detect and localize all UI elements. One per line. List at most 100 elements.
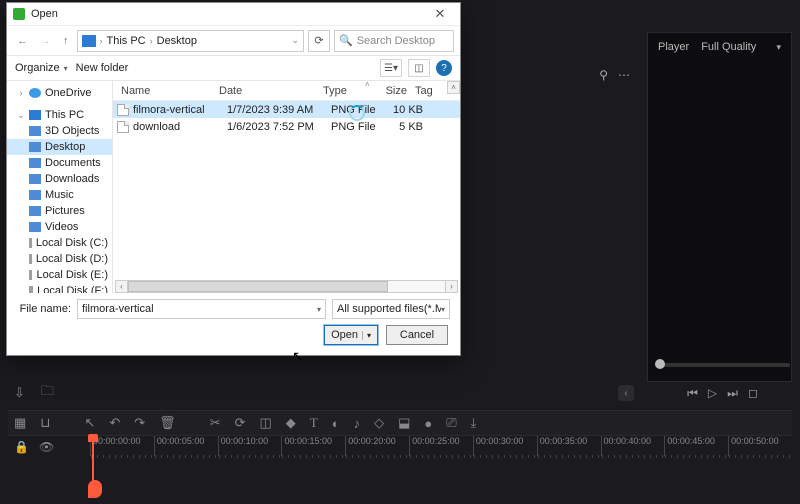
col-name[interactable]: Name	[117, 85, 215, 97]
breadcrumb[interactable]: › This PC › Desktop ⌄	[77, 30, 305, 52]
chevron-down-icon[interactable]: ▾	[317, 305, 321, 314]
keyframe-icon[interactable]: ◇	[374, 415, 384, 431]
col-date[interactable]: Date	[215, 85, 319, 97]
file-row[interactable]: filmora-vertical 1/7/2023 9:39 AM PNG Fi…	[113, 101, 460, 118]
marker-icon[interactable]: ◆	[286, 415, 296, 431]
player-tab[interactable]: Player	[658, 41, 689, 53]
chevron-down-icon[interactable]: ▾	[776, 42, 781, 53]
filter-icon[interactable]: ⚲	[599, 68, 608, 82]
chevron-down-icon[interactable]: ⌄	[291, 35, 299, 46]
tree-disk-c[interactable]: Local Disk (C:)	[7, 235, 112, 251]
nav-tree: ›OneDrive ⌄This PC 3D Objects Desktop Do…	[7, 81, 113, 293]
chevron-down-icon[interactable]: ▾	[441, 305, 445, 314]
breadcrumb-seg[interactable]: This PC	[107, 35, 146, 47]
sort-indicator-icon: ˄	[365, 80, 370, 89]
tree-music[interactable]: Music	[7, 187, 112, 203]
delete-icon[interactable]: 🗑	[159, 415, 176, 431]
crop-icon[interactable]: ◫	[260, 415, 272, 431]
view-mode-icon[interactable]: ☰▾	[380, 59, 402, 77]
timeline-ruler[interactable]: 00:00:00:00 00:00:05:00 00:00:10:00 00:0…	[90, 436, 792, 456]
new-folder-button[interactable]: New folder	[76, 62, 129, 74]
file-row[interactable]: download 1/6/2023 7:52 PM PNG File 5 KB	[113, 118, 460, 135]
pointer-icon[interactable]: ↖	[84, 415, 95, 431]
h-scrollbar[interactable]: ‹ ›	[115, 280, 458, 293]
new-folder-icon[interactable]: 🗀	[41, 382, 54, 404]
seek-knob[interactable]	[655, 359, 665, 369]
player-panel: Player Full Quality ▾	[647, 32, 792, 382]
preview-pane-icon[interactable]: ◫	[408, 59, 430, 77]
tree-videos[interactable]: Videos	[7, 219, 112, 235]
scrollbar-thumb[interactable]	[128, 281, 388, 292]
tree-disk-f[interactable]: Local Disk (F:)	[7, 283, 112, 293]
col-type[interactable]: Type	[319, 85, 371, 97]
app-icon	[13, 8, 25, 20]
dialog-title: Open	[31, 8, 58, 20]
tree-disk-d[interactable]: Local Disk (D:)	[7, 251, 112, 267]
ruler-tick: 00:00:25:00	[409, 436, 473, 456]
audio-icon[interactable]: ♪	[354, 416, 361, 431]
open-button[interactable]: Open▾	[324, 325, 378, 345]
tree-this-pc[interactable]: ⌄This PC	[7, 107, 112, 123]
mixer-icon[interactable]: ⎚	[446, 415, 456, 431]
magnet-icon[interactable]: ⊔	[40, 415, 50, 431]
next-frame-icon[interactable]: ⏭	[727, 386, 738, 401]
stop-icon[interactable]: ◻	[748, 386, 758, 400]
color-icon[interactable]: ◐	[332, 416, 340, 431]
record-icon[interactable]: ●	[424, 416, 432, 431]
speed-icon[interactable]: ⟳	[235, 415, 246, 431]
prev-frame-icon[interactable]: ⏮	[687, 386, 698, 401]
breadcrumb-seg[interactable]: Desktop	[157, 35, 197, 47]
clip-handle[interactable]	[88, 480, 102, 498]
col-size[interactable]: Size	[371, 85, 411, 97]
ruler-tick: 00:00:15:00	[281, 436, 345, 456]
nav-back-icon[interactable]: ←	[13, 33, 32, 49]
tree-documents[interactable]: Documents	[7, 155, 112, 171]
nav-fwd-icon[interactable]: →	[36, 33, 55, 49]
file-date: 1/6/2023 7:52 PM	[227, 121, 331, 133]
filename-label: File name:	[17, 303, 71, 315]
lock-icon[interactable]: 🔒	[14, 440, 29, 454]
track-header: 🔒 👁	[8, 436, 90, 496]
export-icon[interactable]: ⤓	[471, 415, 477, 431]
filetype-filter[interactable]: All supported files(*.MP4;*.FLV; ▾	[332, 299, 450, 319]
play-icon[interactable]: ▷	[708, 386, 717, 400]
tree-3d-objects[interactable]: 3D Objects	[7, 123, 112, 139]
tree-disk-e[interactable]: Local Disk (E:)	[7, 267, 112, 283]
file-list: ˄ Name Date ˄ Type Size Tag filmora-vert…	[113, 81, 460, 293]
col-tags[interactable]: Tag	[411, 85, 460, 97]
search-placeholder: Search Desktop	[357, 35, 435, 47]
nav-up-icon[interactable]: ↑	[59, 33, 73, 49]
grid-icon[interactable]: ▦	[14, 415, 26, 431]
tree-downloads[interactable]: Downloads	[7, 171, 112, 187]
search-input[interactable]: 🔍 Search Desktop	[334, 30, 454, 52]
player-seekbar[interactable]	[655, 363, 790, 367]
cut-icon[interactable]: ✂	[210, 415, 221, 431]
file-icon	[117, 121, 129, 133]
list-header[interactable]: Name Date ˄ Type Size Tag	[113, 81, 460, 101]
quality-dropdown[interactable]: Full Quality	[701, 41, 756, 53]
undo-icon[interactable]: ↶	[109, 415, 120, 431]
tree-pictures[interactable]: Pictures	[7, 203, 112, 219]
scroll-left-icon[interactable]: ‹	[115, 280, 128, 293]
close-icon[interactable]: ✕	[426, 6, 454, 22]
chevron-down-icon[interactable]: ▾	[362, 331, 371, 340]
tree-onedrive[interactable]: ›OneDrive	[7, 85, 112, 101]
import-icon[interactable]: ⇩	[14, 385, 25, 401]
redo-icon[interactable]: ↷	[134, 415, 145, 431]
more-icon[interactable]: ⋯	[618, 68, 630, 82]
mute-icon[interactable]: 👁	[39, 440, 54, 454]
text-icon[interactable]: T	[310, 415, 318, 431]
file-date: 1/7/2023 9:39 AM	[227, 104, 331, 116]
render-icon[interactable]: ⬓	[398, 415, 410, 431]
help-icon[interactable]: ?	[436, 60, 452, 76]
scroll-right-icon[interactable]: ›	[445, 280, 458, 293]
dialog-toolbar: Organize▾ New folder ☰▾ ◫ ?	[7, 55, 460, 81]
filename-field[interactable]: filmora-vertical ▾	[77, 299, 326, 319]
tree-desktop[interactable]: Desktop	[7, 139, 112, 155]
cancel-button[interactable]: Cancel	[386, 325, 448, 345]
refresh-icon[interactable]: ⟳	[308, 30, 330, 52]
organize-menu[interactable]: Organize▾	[15, 62, 68, 74]
collapse-icon[interactable]: ‹	[618, 385, 634, 401]
filename-value: filmora-vertical	[82, 303, 154, 315]
file-name: filmora-vertical	[133, 104, 227, 116]
